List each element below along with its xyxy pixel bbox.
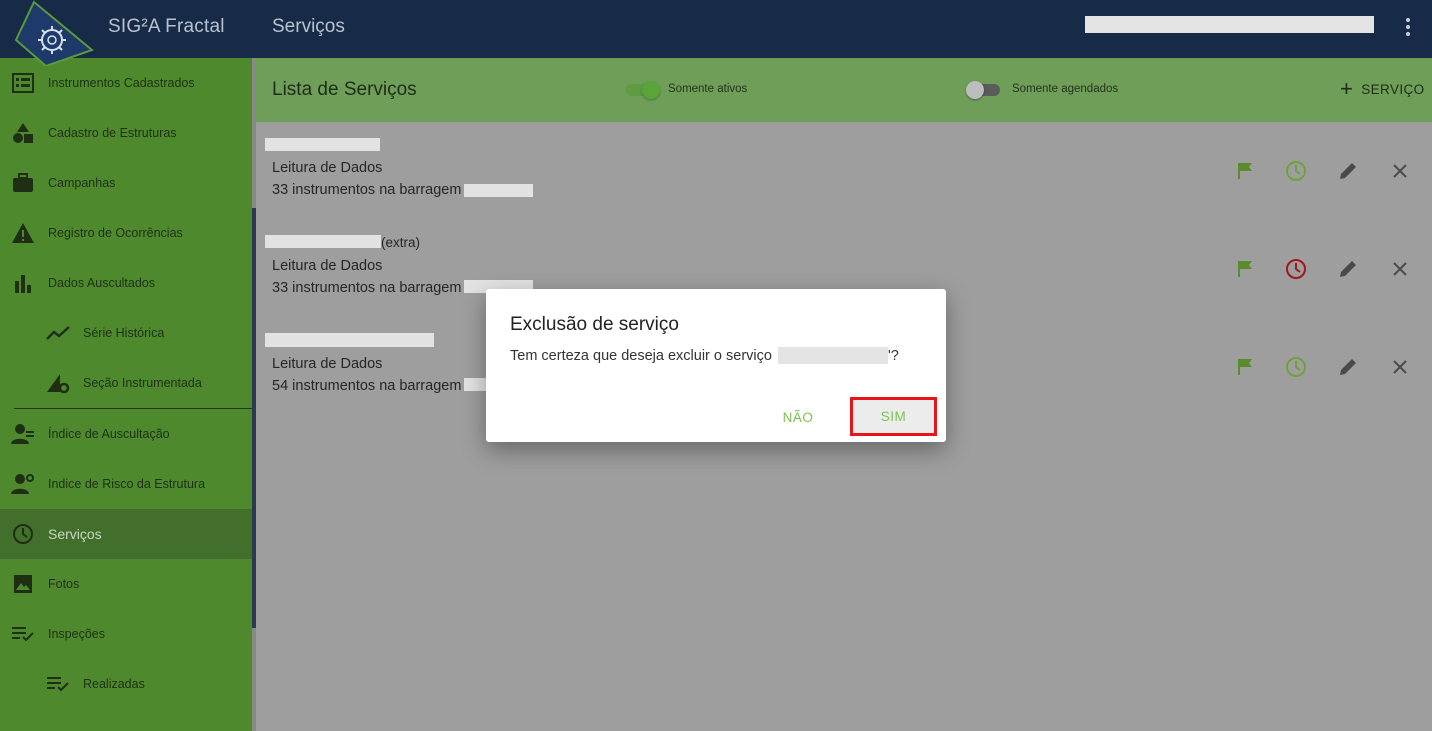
sidebar-item-label: Campanhas — [48, 176, 116, 190]
sidebar-item-fotos[interactable]: Fotos — [0, 559, 252, 609]
confirm-button[interactable]: SIM — [850, 397, 937, 436]
list-icon — [46, 722, 70, 731]
edit-pencil-icon[interactable] — [1336, 257, 1360, 281]
sidebar-item-ocorrencias[interactable]: Registro de Ocorrências — [0, 208, 252, 258]
toggle-only-active-label: Somente ativos — [668, 83, 748, 95]
close-icon[interactable] — [1388, 159, 1412, 183]
sidebar: Instrumentos Cadastrados Cadastro de Est… — [0, 58, 252, 731]
list-title: Lista de Serviços — [272, 79, 417, 100]
add-service-label: SERVIÇO — [1361, 81, 1425, 97]
service-name-redacted — [265, 138, 380, 151]
sidebar-item-realizadas[interactable]: Realizadas — [0, 659, 252, 709]
app-title: SIG²A Fractal — [108, 16, 225, 37]
top-app-bar: SIG²A Fractal Serviços — [0, 0, 1432, 58]
service-name-redacted — [777, 347, 888, 364]
section-gear-icon — [46, 371, 70, 395]
checklist-icon — [11, 622, 35, 646]
toggle-only-active[interactable] — [624, 81, 660, 99]
sidebar-item-label: Inspeções — [48, 627, 105, 641]
edit-pencil-icon[interactable] — [1336, 159, 1360, 183]
sidebar-item-label: Instrumentos Cadastrados — [48, 76, 195, 90]
briefcase-icon — [11, 171, 35, 195]
service-type: Leitura de Dados — [272, 356, 383, 372]
kebab-menu-icon[interactable] — [1398, 16, 1418, 38]
service-row[interactable]: Leitura de Dados 33 instrumentos na barr… — [256, 126, 1432, 224]
dam-name-redacted — [464, 184, 533, 197]
dialog-title: Exclusão de serviço — [510, 314, 679, 335]
service-description: 33 instrumentos na barragem — [272, 182, 462, 198]
service-name-redacted — [265, 235, 381, 248]
flag-icon[interactable] — [1233, 355, 1257, 379]
clock-icon — [11, 522, 35, 546]
edit-pencil-icon[interactable] — [1336, 355, 1360, 379]
sidebar-item-label: Série Histórica — [83, 326, 165, 340]
add-service-button[interactable]: + SERVIÇO — [1340, 76, 1425, 101]
page-title: Serviços — [272, 16, 345, 37]
sidebar-item-label: Cadastro de Estruturas — [48, 126, 177, 140]
dam-name-redacted — [464, 378, 488, 391]
image-icon — [11, 572, 35, 596]
gear-bulb-logo-icon[interactable] — [14, 0, 94, 66]
list-icon — [11, 71, 35, 95]
plus-icon: + — [1340, 76, 1354, 101]
sidebar-item-servicos[interactable]: Serviços — [0, 509, 252, 559]
close-icon[interactable] — [1388, 257, 1412, 281]
bar-chart-icon — [11, 271, 35, 295]
trend-icon — [46, 321, 70, 345]
sidebar-item-estruturas[interactable]: Cadastro de Estruturas — [0, 108, 252, 158]
toggle-only-scheduled-label: Somente agendados — [1012, 83, 1119, 95]
sidebar-item-inspecoes[interactable]: Inspeções — [0, 609, 252, 659]
service-description: 33 instrumentos na barragem — [272, 280, 462, 296]
sidebar-item-partial[interactable] — [0, 709, 252, 731]
clock-icon[interactable] — [1284, 159, 1308, 183]
sidebar-item-campanhas[interactable]: Campanhas — [0, 158, 252, 208]
shapes-icon — [11, 121, 35, 145]
clock-icon[interactable] — [1284, 355, 1308, 379]
close-icon[interactable] — [1388, 355, 1412, 379]
engineer-icon — [11, 472, 35, 496]
dialog-message: Tem certeza que deseja excluir o serviço… — [510, 347, 899, 364]
sidebar-item-label: Indice de Risco da Estrutura — [48, 477, 206, 491]
dialog-message-suffix: '? — [887, 347, 899, 364]
sidebar-item-serie-historica[interactable]: Série Histórica — [0, 308, 252, 358]
service-type: Leitura de Dados — [272, 258, 383, 274]
user-info-redacted — [1085, 16, 1374, 33]
sidebar-item-label: Seção Instrumentada — [83, 376, 202, 390]
sidebar-item-indice-risco[interactable]: Indice de Risco da Estrutura — [0, 459, 252, 509]
warning-icon — [11, 221, 35, 245]
toggle-only-scheduled[interactable] — [966, 81, 1002, 99]
sidebar-item-label: Registro de Ocorrências — [48, 226, 183, 240]
sidebar-item-label: Realizadas — [83, 677, 145, 691]
service-extra-tag: (extra) — [381, 235, 421, 250]
sidebar-item-secao-instrumentada[interactable]: Seção Instrumentada — [0, 358, 252, 408]
sidebar-item-label: Índice de Auscultação — [48, 427, 170, 441]
clock-icon[interactable] — [1284, 257, 1308, 281]
sidebar-item-label: Serviços — [48, 526, 102, 542]
dialog-message-text: Tem certeza que deseja excluir o serviço — [510, 347, 772, 364]
sidebar-item-label: Fotos — [48, 577, 80, 591]
cancel-button[interactable]: NÃO — [770, 401, 826, 433]
sidebar-item-dados-auscultados[interactable]: Dados Auscultados — [0, 258, 252, 308]
service-type: Leitura de Dados — [272, 160, 383, 176]
flag-icon[interactable] — [1233, 159, 1257, 183]
flag-icon[interactable] — [1233, 257, 1257, 281]
delete-confirmation-dialog: Exclusão de serviço Tem certeza que dese… — [486, 289, 946, 442]
list-header: Lista de Serviços Somente ativos Somente… — [256, 58, 1432, 122]
sidebar-item-label: Dados Auscultados — [48, 276, 156, 290]
engineer-icon — [11, 422, 35, 446]
service-name-redacted — [265, 333, 434, 347]
checklist-icon — [46, 672, 70, 696]
sidebar-item-indice-auscultacao[interactable]: Índice de Auscultação — [0, 409, 252, 459]
service-description: 54 instrumentos na barragem — [272, 378, 462, 394]
